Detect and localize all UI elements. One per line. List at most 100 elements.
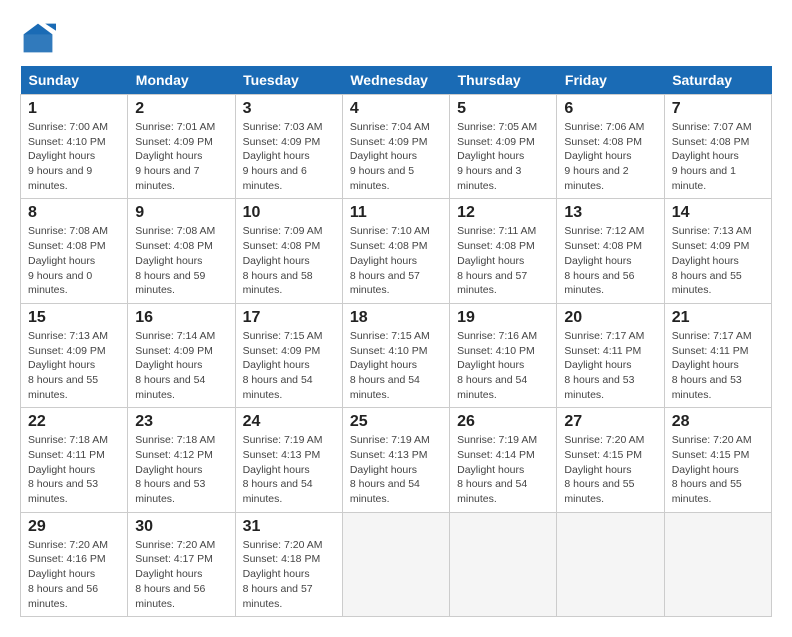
day-info: Sunrise: 7:15 AM Sunset: 4:09 PM Dayligh… [243,329,335,402]
day-info: Sunrise: 7:04 AM Sunset: 4:09 PM Dayligh… [350,120,442,193]
sunset-label: Sunset: 4:08 PM [350,240,428,252]
calendar-cell: 17 Sunrise: 7:15 AM Sunset: 4:09 PM Dayl… [235,303,342,407]
daylight-value: 8 hours and 55 minutes. [672,270,742,297]
daylight-label: Daylight hours [135,150,202,162]
daylight-label: Daylight hours [672,464,739,476]
daylight-label: Daylight hours [28,359,95,371]
day-info: Sunrise: 7:07 AM Sunset: 4:08 PM Dayligh… [672,120,764,193]
calendar-cell: 19 Sunrise: 7:16 AM Sunset: 4:10 PM Dayl… [450,303,557,407]
calendar-cell: 20 Sunrise: 7:17 AM Sunset: 4:11 PM Dayl… [557,303,664,407]
daylight-label: Daylight hours [243,568,310,580]
daylight-value: 8 hours and 57 minutes. [457,270,527,297]
daylight-value: 8 hours and 56 minutes. [564,270,634,297]
sunrise-label: Sunrise: 7:19 AM [243,434,323,446]
day-info: Sunrise: 7:16 AM Sunset: 4:10 PM Dayligh… [457,329,549,402]
sunrise-label: Sunrise: 7:17 AM [564,330,644,342]
calendar-cell: 2 Sunrise: 7:01 AM Sunset: 4:09 PM Dayli… [128,95,235,199]
sunset-label: Sunset: 4:09 PM [28,345,106,357]
day-number: 23 [135,413,227,431]
day-number: 25 [350,413,442,431]
daylight-label: Daylight hours [243,464,310,476]
daylight-label: Daylight hours [457,464,524,476]
day-number: 7 [672,100,764,118]
sunset-label: Sunset: 4:09 PM [350,136,428,148]
daylight-label: Daylight hours [28,464,95,476]
sunrise-label: Sunrise: 7:19 AM [457,434,537,446]
sunrise-label: Sunrise: 7:13 AM [672,225,752,237]
day-number: 27 [564,413,656,431]
calendar-week-row: 1 Sunrise: 7:00 AM Sunset: 4:10 PM Dayli… [21,95,772,199]
daylight-value: 8 hours and 55 minutes. [564,478,634,505]
sunrise-label: Sunrise: 7:13 AM [28,330,108,342]
daylight-label: Daylight hours [135,255,202,267]
daylight-label: Daylight hours [135,359,202,371]
weekday-header: Saturday [664,66,771,95]
daylight-value: 8 hours and 59 minutes. [135,270,205,297]
sunset-label: Sunset: 4:08 PM [135,240,213,252]
calendar-cell: 1 Sunrise: 7:00 AM Sunset: 4:10 PM Dayli… [21,95,128,199]
calendar-cell: 27 Sunrise: 7:20 AM Sunset: 4:15 PM Dayl… [557,408,664,512]
sunrise-label: Sunrise: 7:11 AM [457,225,536,237]
daylight-value: 9 hours and 6 minutes. [243,165,307,192]
daylight-value: 9 hours and 7 minutes. [135,165,199,192]
day-info: Sunrise: 7:11 AM Sunset: 4:08 PM Dayligh… [457,224,549,297]
daylight-label: Daylight hours [243,359,310,371]
daylight-value: 8 hours and 56 minutes. [28,583,98,610]
sunset-label: Sunset: 4:08 PM [28,240,106,252]
weekday-header: Wednesday [342,66,449,95]
sunset-label: Sunset: 4:11 PM [672,345,749,357]
day-info: Sunrise: 7:10 AM Sunset: 4:08 PM Dayligh… [350,224,442,297]
sunset-label: Sunset: 4:17 PM [135,553,213,565]
day-number: 16 [135,309,227,327]
daylight-label: Daylight hours [564,464,631,476]
daylight-label: Daylight hours [243,150,310,162]
sunset-label: Sunset: 4:15 PM [564,449,642,461]
logo [20,20,60,56]
daylight-label: Daylight hours [672,359,739,371]
logo-icon [20,20,56,56]
day-info: Sunrise: 7:08 AM Sunset: 4:08 PM Dayligh… [135,224,227,297]
day-info: Sunrise: 7:20 AM Sunset: 4:16 PM Dayligh… [28,538,120,611]
daylight-label: Daylight hours [135,568,202,580]
sunset-label: Sunset: 4:08 PM [564,136,642,148]
day-number: 20 [564,309,656,327]
sunset-label: Sunset: 4:11 PM [28,449,105,461]
calendar-cell: 6 Sunrise: 7:06 AM Sunset: 4:08 PM Dayli… [557,95,664,199]
calendar-cell [557,512,664,616]
sunset-label: Sunset: 4:09 PM [135,136,213,148]
day-number: 4 [350,100,442,118]
calendar-week-row: 15 Sunrise: 7:13 AM Sunset: 4:09 PM Dayl… [21,303,772,407]
daylight-value: 8 hours and 53 minutes. [564,374,634,401]
sunrise-label: Sunrise: 7:20 AM [243,539,323,551]
day-number: 14 [672,204,764,222]
calendar-cell: 28 Sunrise: 7:20 AM Sunset: 4:15 PM Dayl… [664,408,771,512]
sunrise-label: Sunrise: 7:17 AM [672,330,752,342]
calendar-cell: 21 Sunrise: 7:17 AM Sunset: 4:11 PM Dayl… [664,303,771,407]
day-info: Sunrise: 7:14 AM Sunset: 4:09 PM Dayligh… [135,329,227,402]
daylight-value: 8 hours and 55 minutes. [28,374,98,401]
calendar-cell: 9 Sunrise: 7:08 AM Sunset: 4:08 PM Dayli… [128,199,235,303]
sunset-label: Sunset: 4:14 PM [457,449,535,461]
sunrise-label: Sunrise: 7:07 AM [672,121,752,133]
calendar-cell [342,512,449,616]
day-number: 10 [243,204,335,222]
daylight-value: 8 hours and 57 minutes. [350,270,420,297]
day-number: 9 [135,204,227,222]
weekday-header-row: SundayMondayTuesdayWednesdayThursdayFrid… [21,66,772,95]
daylight-label: Daylight hours [350,255,417,267]
day-number: 31 [243,518,335,536]
sunrise-label: Sunrise: 7:08 AM [135,225,215,237]
calendar-cell [664,512,771,616]
day-number: 8 [28,204,120,222]
sunrise-label: Sunrise: 7:06 AM [564,121,644,133]
calendar-cell: 8 Sunrise: 7:08 AM Sunset: 4:08 PM Dayli… [21,199,128,303]
sunrise-label: Sunrise: 7:15 AM [350,330,430,342]
daylight-label: Daylight hours [457,255,524,267]
calendar-cell: 13 Sunrise: 7:12 AM Sunset: 4:08 PM Dayl… [557,199,664,303]
sunrise-label: Sunrise: 7:20 AM [564,434,644,446]
calendar-cell: 10 Sunrise: 7:09 AM Sunset: 4:08 PM Dayl… [235,199,342,303]
day-number: 26 [457,413,549,431]
calendar-cell: 25 Sunrise: 7:19 AM Sunset: 4:13 PM Dayl… [342,408,449,512]
daylight-label: Daylight hours [672,150,739,162]
sunrise-label: Sunrise: 7:04 AM [350,121,430,133]
